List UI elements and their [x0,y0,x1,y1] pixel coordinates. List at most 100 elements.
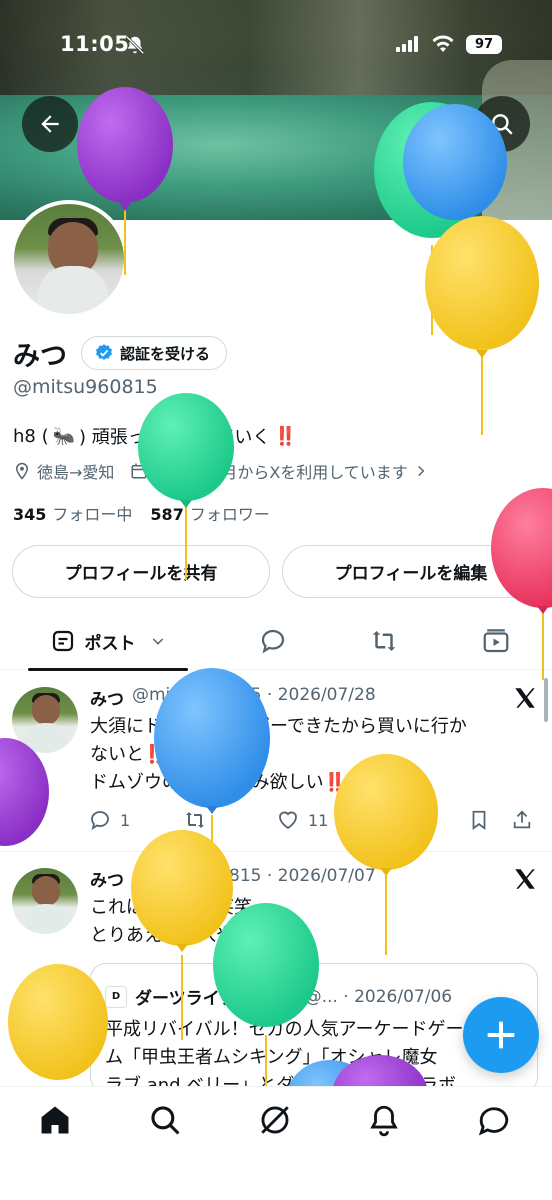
share-profile-button[interactable]: プロフィールを共有 [12,545,270,598]
status-time: 11:05 [60,32,130,56]
profile-name-row: みつ 認証を受ける [13,335,228,372]
avatar-face [32,695,60,725]
following-link[interactable]: 345 フォロー中 [13,501,132,525]
tab-videos[interactable] [468,612,524,670]
post-author-name: みつ [90,871,124,891]
quoted-text-line: ム「甲虫王者ムシキング」「オシャレ魔女 [105,1047,438,1068]
balloon-yellow [425,216,539,435]
dartslive-logo: D [105,985,127,1008]
avatar-shirt [24,723,68,753]
follow-stats: 345 フォロー中 587 フォロワー [13,501,270,525]
heart-icon [279,811,297,830]
back-arrow-icon [41,115,59,133]
post-text-line: ないと‼️ [90,744,167,765]
following-label: フォロー中 [52,505,133,524]
tab-reposts[interactable] [356,612,412,670]
post-handle-date: @mitsu960815 · 2026/07/28 [132,685,376,705]
share-button[interactable] [511,809,533,831]
verified-badge-icon [280,988,295,1003]
share-icon [513,810,531,829]
tab-replies[interactable] [245,612,301,670]
scrollbar[interactable] [544,678,548,722]
reply-bubble-icon [261,629,285,654]
quoted-text-line: 平成リバイバル！セガの人気アーケードゲー [105,1019,464,1040]
bio-suffix: ) 頑張って投稿していく [79,427,271,448]
quoted-post-header: D ダーツライブ公式 @... · 2026/07/06 [105,984,452,1009]
profile-tabs: ポスト [0,612,552,671]
posts-list-icon [52,630,73,652]
profile-location: 徳島→愛知 [37,463,115,482]
back-button[interactable] [22,96,78,152]
silent-bell-icon [125,35,145,55]
profile-avatar[interactable] [10,200,128,318]
signal-icon [396,36,418,52]
post-author-name: みつ [90,690,124,710]
compose-post-button[interactable] [463,997,539,1073]
repost-button[interactable] [183,808,215,832]
messages-icon[interactable] [477,1103,511,1137]
profile-handle: @mitsu960815 [13,376,158,398]
followers-label: フォロワー [189,505,270,524]
edit-profile-button[interactable]: プロフィールを編集 [282,545,540,598]
profile-name: みつ [13,340,67,372]
post-avatar[interactable] [12,687,78,753]
reply-count: 1 [120,810,131,830]
bio-prefix: h8 ( [13,425,49,447]
views-bar-icon [376,812,393,828]
x-logo-icon [515,688,535,708]
post-text-line: ドムゾウのぬいぐるみ欲しい‼️ [90,772,347,793]
search-button[interactable] [474,96,530,152]
plus-icon [487,1021,515,1049]
bottom-navigation [0,1086,552,1200]
avatar-shirt [38,266,108,314]
grok-icon[interactable] [258,1103,292,1137]
tab-posts[interactable]: ポスト [28,612,188,671]
profile-joined-date[interactable]: 2021年3月からXを利用しています [154,459,407,483]
verified-badge-icon [96,344,112,360]
like-count: 11 [308,810,329,830]
post-header: みつ @mitsu960815 · 2026/07/07 [90,866,376,891]
repost-icon [186,812,204,828]
chevron-right-icon [417,465,425,477]
quoted-text: 平成リバイバル！セガの人気アーケードゲー ム「甲虫王者ムシキング」「オシャレ魔女… [105,1016,525,1092]
post-handle-date: @mitsu960815 · 2026/07/07 [132,866,376,886]
profile-meta: 徳島→愛知 2021年3月からXを利用しています [13,459,428,483]
post-text-line: これは熱いなー笑笑 [90,897,252,918]
search-icon[interactable] [148,1103,182,1137]
ant-emoji: 🐜 [52,425,76,447]
reply-button[interactable]: 1 [88,808,130,832]
following-count: 345 [13,505,47,524]
views-button[interactable]: 937 [373,809,434,831]
profile-bio: h8 ( 🐜 ) 頑張って投稿していく ‼️ [13,423,297,449]
tab-posts-label: ポスト [84,633,136,654]
post-actions: 1 11 937 [88,805,540,835]
post-text: これは熱いなー笑笑 とりあえず購入やなー笑笑 [90,894,530,950]
search-icon [492,114,513,135]
like-button[interactable]: 11 [276,808,328,832]
location-pin-icon [15,462,29,480]
bookmark-icon [472,810,486,830]
post-avatar[interactable] [12,868,78,934]
reply-bubble-icon [91,811,109,830]
video-icon [483,629,509,653]
view-count: 937 [403,810,434,830]
get-verified-button[interactable]: 認証を受ける [81,336,228,370]
home-icon[interactable] [38,1103,72,1137]
battery-indicator: 97 [466,35,502,54]
status-bar: 11:05 97 [0,0,552,90]
wifi-icon [432,35,454,52]
get-verified-label: 認証を受ける [120,344,211,363]
chevron-down-icon [152,638,163,645]
avatar-shirt [24,904,68,934]
quoted-author-name: ダーツライブ公式 [135,989,271,1009]
calendar-icon [131,463,147,479]
followers-count: 587 [150,505,184,524]
quoted-handle-date: @... · 2026/07/06 [304,986,453,1007]
bio-exclamation: ‼️ [274,425,297,447]
notifications-icon[interactable] [367,1103,401,1137]
bookmark-button[interactable] [468,809,490,831]
post-item[interactable]: みつ @mitsu960815 · 2026/07/28 大須にドムドムバーガー… [0,671,552,851]
followers-link[interactable]: 587 フォロワー [150,501,269,525]
repost-icon [372,631,396,651]
post-text-line: とりあえず購入やなー笑笑 [90,925,306,946]
